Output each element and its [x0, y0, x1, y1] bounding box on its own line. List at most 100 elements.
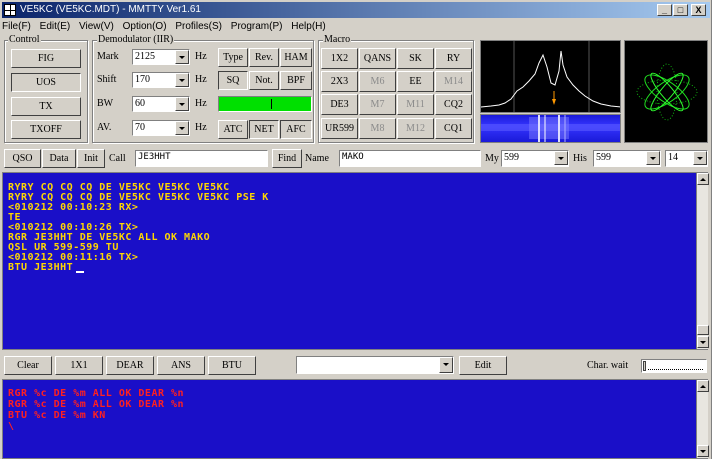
waterfall-graph: [481, 115, 620, 142]
macro-de3[interactable]: DE3: [321, 94, 358, 115]
tx-line: BTU %c DE %m KN: [8, 410, 106, 421]
extra-field-value: 14: [668, 152, 678, 163]
chevron-down-icon[interactable]: [175, 97, 189, 111]
chevron-down-icon[interactable]: [554, 151, 568, 165]
chevron-down-icon[interactable]: [646, 151, 660, 165]
macro-ur599[interactable]: UR599: [321, 118, 358, 139]
init-button[interactable]: Init: [77, 149, 105, 168]
macro-m11[interactable]: M11: [397, 94, 434, 115]
tx-scrollbar[interactable]: [696, 380, 709, 458]
scroll-down-icon[interactable]: [697, 445, 709, 457]
close-button[interactable]: X: [691, 4, 706, 16]
menu-view[interactable]: View(V): [79, 21, 114, 32]
macro-sk[interactable]: SK: [397, 48, 434, 69]
tx-macro-1x1[interactable]: 1X1: [55, 356, 103, 375]
menu-file[interactable]: File(F): [2, 21, 31, 32]
tx-macro-dear[interactable]: DEAR: [106, 356, 154, 375]
uos-button[interactable]: UOS: [11, 73, 81, 92]
rx-scrollbar[interactable]: [696, 173, 709, 349]
chevron-down-icon[interactable]: [693, 151, 707, 165]
chevron-down-icon[interactable]: [439, 357, 453, 373]
fig-button[interactable]: FIG: [11, 49, 81, 68]
app-icon[interactable]: [4, 4, 16, 16]
call-field[interactable]: JE3HHT: [135, 150, 268, 167]
tx-line: \: [8, 421, 15, 432]
rx-line: BTU JE3HHT: [8, 262, 74, 273]
afc-button[interactable]: AFC: [280, 120, 312, 139]
bw-select[interactable]: 60: [132, 96, 190, 112]
char-wait-slider[interactable]: [641, 359, 707, 373]
notch-button[interactable]: Not.: [249, 71, 279, 90]
scroll-down-icon[interactable]: [697, 336, 709, 348]
control-group-label: Control: [8, 34, 41, 45]
macro-m14[interactable]: M14: [435, 71, 472, 92]
macro-m12[interactable]: M12: [397, 118, 434, 139]
xy-scope[interactable]: [624, 40, 708, 143]
edit-button[interactable]: Edit: [459, 356, 507, 375]
rx-line: <010212 00:10:23 RX>: [8, 202, 139, 213]
scroll-thumb[interactable]: [697, 325, 709, 335]
menu-program[interactable]: Program(P): [231, 21, 283, 32]
mmtty-window: VE5KC (VE5KC.MDT) - MMTTY Ver1.61 _ □ X …: [0, 0, 712, 459]
menu-option[interactable]: Option(O): [123, 21, 167, 32]
mark-select[interactable]: 2125: [132, 49, 190, 65]
chevron-down-icon[interactable]: [175, 73, 189, 87]
qso-button[interactable]: QSO: [4, 149, 41, 168]
av-value: 70: [135, 122, 145, 133]
rev-button[interactable]: Rev.: [249, 48, 279, 67]
macro-m7[interactable]: M7: [359, 94, 396, 115]
bpf-button[interactable]: BPF: [280, 71, 312, 90]
menu-profiles[interactable]: Profiles(S): [175, 21, 222, 32]
receive-text-window[interactable]: RYRY CQ CQ CQ DE VE5KC VE5KC VE5KC RYRY …: [2, 172, 708, 350]
ham-button[interactable]: HAM: [280, 48, 312, 67]
shift-select[interactable]: 170: [132, 72, 190, 88]
name-label: Name: [305, 153, 329, 164]
macro-m6[interactable]: M6: [359, 71, 396, 92]
menu-edit[interactable]: Edit(E): [40, 21, 71, 32]
av-label: AV.: [97, 122, 112, 133]
data-button[interactable]: Data: [42, 149, 76, 168]
scroll-up-icon[interactable]: [697, 173, 709, 185]
his-rst-select[interactable]: 599: [593, 150, 661, 167]
char-wait-label: Char. wait: [587, 360, 629, 371]
minimize-button[interactable]: _: [657, 4, 672, 16]
txoff-button[interactable]: TXOFF: [11, 120, 81, 139]
scroll-up-icon[interactable]: [697, 380, 709, 392]
spectrum-scope[interactable]: [480, 40, 621, 113]
find-button[interactable]: Find: [272, 149, 302, 168]
macro-1x2[interactable]: 1X2: [321, 48, 358, 69]
clear-button[interactable]: Clear: [4, 356, 52, 375]
maximize-button[interactable]: □: [673, 4, 688, 16]
tx-macro-btu[interactable]: BTU: [208, 356, 256, 375]
mark-unit: Hz: [195, 51, 207, 62]
squelch-level-marker: [271, 99, 272, 109]
macro-cq1[interactable]: CQ1: [435, 118, 472, 139]
chevron-down-icon[interactable]: [175, 50, 189, 64]
macro-ee[interactable]: EE: [397, 71, 434, 92]
my-rst-value: 599: [504, 152, 519, 163]
macro-qans[interactable]: QANS: [359, 48, 396, 69]
atc-button[interactable]: ATC: [218, 120, 248, 139]
av-select[interactable]: 70: [132, 120, 190, 136]
macro-ry[interactable]: RY: [435, 48, 472, 69]
name-field[interactable]: MAKO: [339, 150, 481, 167]
extra-field-select[interactable]: 14: [665, 150, 708, 167]
slider-thumb[interactable]: [643, 361, 646, 371]
net-button[interactable]: NET: [249, 120, 279, 139]
macro-2x3[interactable]: 2X3: [321, 71, 358, 92]
transmit-text-window[interactable]: RGR %c DE %m ALL OK DEAR %n RGR %c DE %m…: [2, 379, 708, 459]
bw-unit: Hz: [195, 98, 207, 109]
menu-help[interactable]: Help(H): [291, 21, 325, 32]
my-rst-select[interactable]: 599: [501, 150, 569, 167]
tx-button[interactable]: TX: [11, 97, 81, 116]
sq-button[interactable]: SQ: [218, 71, 248, 90]
macro-m8[interactable]: M8: [359, 118, 396, 139]
tx-macro-select[interactable]: [296, 356, 454, 374]
squelch-level-meter[interactable]: [218, 96, 312, 112]
macro-cq2[interactable]: CQ2: [435, 94, 472, 115]
tx-macro-ans[interactable]: ANS: [157, 356, 205, 375]
waterfall-display[interactable]: [480, 114, 621, 143]
chevron-down-icon[interactable]: [175, 121, 189, 135]
xy-scope-graph: [636, 63, 698, 121]
type-button[interactable]: Type: [218, 48, 248, 67]
